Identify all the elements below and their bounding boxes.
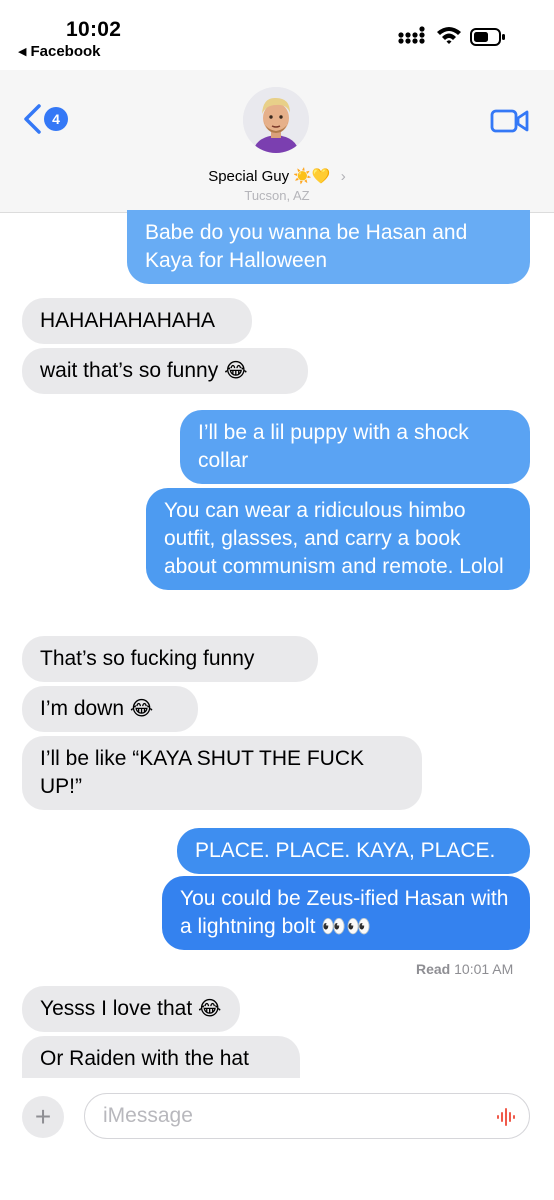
message-bubble-outgoing[interactable]: I’ll be a lil puppy with a shock collar (180, 410, 530, 484)
message-text: PLACE. PLACE. KAYA, PLACE. (195, 839, 496, 862)
eyes-emoji: 👀👀 (321, 916, 372, 938)
read-receipt: Read 10:01 AM (416, 961, 513, 977)
video-camera-icon (490, 109, 529, 133)
back-triangle-icon: ◀ (18, 46, 27, 58)
message-text: HAHAHAHAHAHA (40, 309, 216, 332)
contact-location: Tucson, AZ (244, 188, 310, 203)
plus-icon: + (34, 1101, 52, 1132)
message-bubble-incoming[interactable]: I’m down 😂 (22, 686, 198, 732)
laughing-emoji: 😂 (224, 360, 248, 382)
message-bubble-outgoing[interactable]: You can wear a ridiculous himbo outfit, … (146, 488, 530, 590)
message-bubble-outgoing[interactable]: Babe do you wanna be Hasan and Kaya for … (127, 210, 530, 284)
imessage-input[interactable]: iMessage (84, 1093, 530, 1139)
message-text: wait that’s so funny (40, 359, 219, 382)
conversation-header: 4 Special Guy ☀️💛 › Tucson, AZ (0, 70, 554, 213)
audio-waveform-icon[interactable] (497, 1107, 515, 1127)
message-text: Babe do you wanna be Hasan and Kaya for … (145, 221, 468, 272)
contact-avatar[interactable] (243, 87, 309, 153)
back-app-label: Facebook (30, 43, 101, 60)
imessage-placeholder: iMessage (103, 1104, 193, 1127)
status-time: 10:02 (66, 18, 122, 41)
chevron-left-icon (24, 104, 41, 134)
message-text: I’m down (40, 697, 125, 720)
message-bubble-outgoing[interactable]: You could be Zeus-ified Hasan with a lig… (162, 876, 530, 950)
memoji-avatar-image (243, 87, 309, 153)
apps-plus-button[interactable]: + (22, 1096, 64, 1138)
message-bubble-incoming[interactable]: wait that’s so funny 😂 (22, 348, 308, 394)
message-text: I’ll be like “KAYA SHUT THE FUCK UP!” (40, 747, 365, 798)
message-bubble-incoming[interactable]: I’ll be like “KAYA SHUT THE FUCK UP!” (22, 736, 422, 810)
message-text: Yesss I love that (40, 997, 193, 1020)
unread-count-badge: 4 (44, 107, 68, 131)
read-time: 10:01 AM (454, 961, 514, 977)
status-bar: 10:02 ◀ Facebook (0, 0, 554, 70)
cellular-signal-icon (398, 26, 425, 44)
message-text: Or Raiden with the hat (40, 1047, 249, 1070)
message-text: You can wear a ridiculous himbo outfit, … (164, 499, 504, 578)
message-text: That’s so fucking funny (40, 647, 255, 670)
back-button[interactable]: 4 (22, 103, 68, 135)
contact-name: Special Guy (208, 168, 290, 185)
battery-icon (470, 28, 505, 46)
message-bubble-incoming[interactable]: Or Raiden with the hat (22, 1036, 300, 1080)
message-bubble-incoming[interactable]: Yesss I love that 😂 (22, 986, 240, 1032)
laughing-emoji: 😂 (129, 698, 154, 720)
chevron-right-icon: › (340, 168, 346, 185)
laughing-emoji: 😂 (198, 998, 222, 1020)
message-text: I’ll be a lil puppy with a shock collar (198, 421, 469, 472)
facetime-video-button[interactable] (490, 108, 530, 139)
message-bubble-incoming[interactable]: HAHAHAHAHAHA (22, 298, 252, 344)
read-label: Read (416, 961, 451, 977)
message-bubble-outgoing[interactable]: PLACE. PLACE. KAYA, PLACE. (177, 828, 530, 874)
wifi-icon (437, 27, 461, 44)
contact-name-row[interactable]: Special Guy ☀️💛 › (0, 167, 554, 185)
message-bubble-incoming[interactable]: That’s so fucking funny (22, 636, 318, 682)
contact-emojis: ☀️💛 (293, 168, 331, 185)
back-to-app-link[interactable]: ◀ Facebook (18, 43, 101, 60)
compose-bar: + iMessage (0, 1078, 554, 1200)
